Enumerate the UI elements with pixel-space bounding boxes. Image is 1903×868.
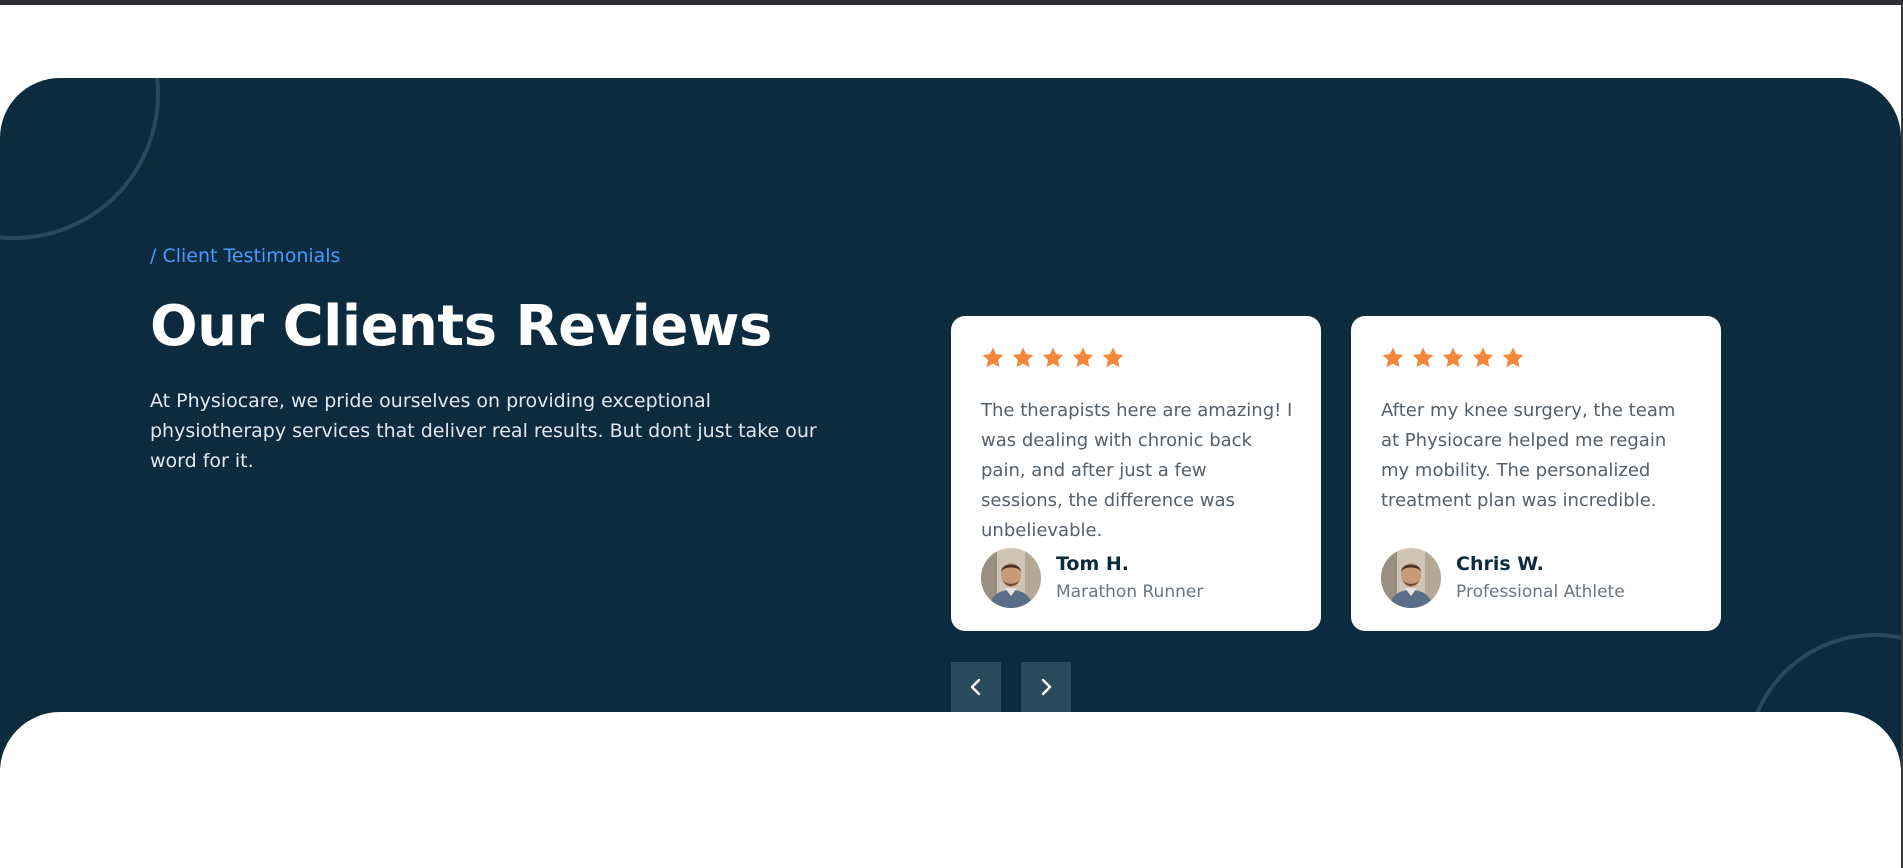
avatar [1381,548,1441,608]
star-icon [1071,346,1095,370]
star-icon [1101,346,1125,370]
star-icon [1411,346,1435,370]
star-rating [1381,346,1691,372]
testimonials-section: / Client Testimonials Our Clients Review… [0,78,1901,768]
testimonial-card: After my knee surgery, the team at Physi… [1351,316,1721,631]
testimonials-intro: / Client Testimonials Our Clients Review… [150,244,830,476]
carousel-next-button[interactable] [1021,662,1071,712]
star-icon [1381,346,1405,370]
chevron-left-icon [970,678,981,696]
chevron-right-icon [1041,678,1052,696]
section-title: Our Clients Reviews [150,294,772,359]
avatar [981,548,1041,608]
browser-top-bar [0,0,1903,5]
star-icon [981,346,1005,370]
testimonial-author: Tom H. Marathon Runner [981,548,1291,608]
author-role: Marathon Runner [1056,582,1204,602]
carousel-prev-button[interactable] [951,662,1001,712]
star-rating [981,346,1291,372]
author-name: Chris W. [1456,553,1544,575]
star-icon [1011,346,1035,370]
author-name: Tom H. [1056,553,1130,575]
testimonial-quote: After my knee surgery, the team at Physi… [1381,400,1676,511]
next-section-top [0,712,1901,868]
star-icon [1041,346,1065,370]
section-description: At Physiocare, we pride ourselves on pro… [150,390,817,472]
testimonial-card: The therapists here are amazing! I was d… [951,316,1321,631]
star-icon [1441,346,1465,370]
star-icon [1471,346,1495,370]
author-role: Professional Athlete [1456,582,1625,602]
testimonial-quote: The therapists here are amazing! I was d… [981,400,1293,541]
star-icon [1501,346,1525,370]
section-eyebrow: / Client Testimonials [150,245,341,267]
testimonial-author: Chris W. Professional Athlete [1381,548,1691,608]
decorative-circle-top-left [0,78,160,240]
